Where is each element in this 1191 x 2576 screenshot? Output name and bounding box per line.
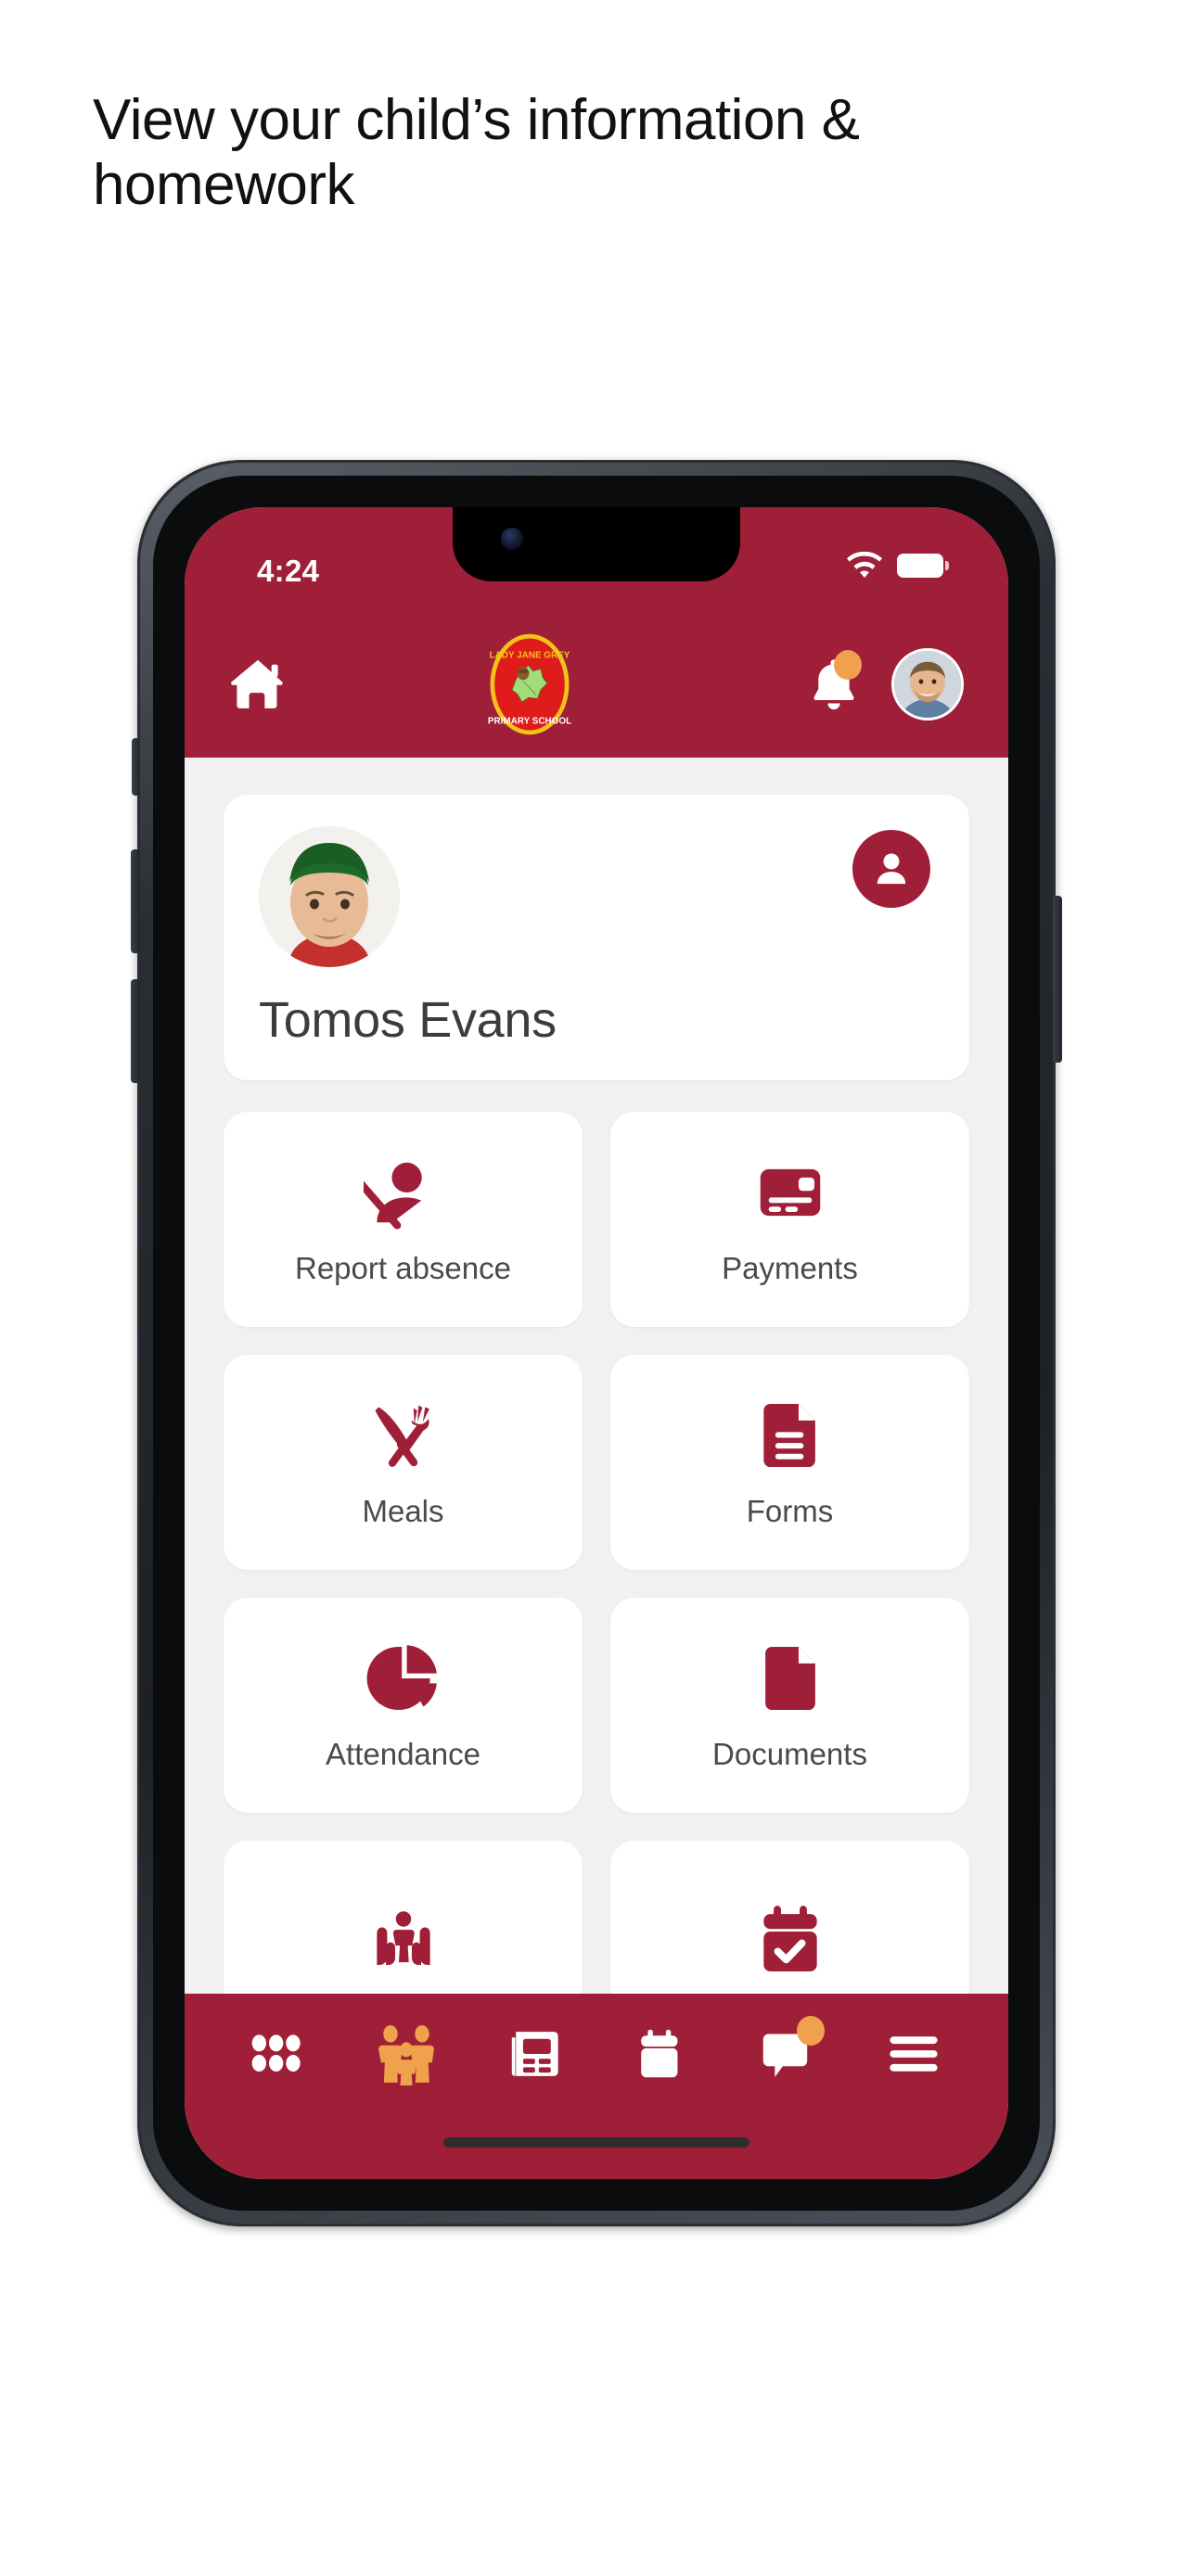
student-name: Tomos Evans: [259, 992, 557, 1048]
shortcut-tile-grid: Report absence Payments Meals Forms Atte…: [224, 1112, 969, 2056]
app-header: LADY JANE GREY PRIMARY SCHOOL: [185, 611, 1008, 758]
home-icon[interactable]: [229, 658, 287, 710]
student-profile-button[interactable]: [852, 830, 930, 908]
power-button[interactable]: [1053, 896, 1062, 1063]
calendar-check-icon: [762, 1906, 817, 1971]
wifi-icon: [847, 552, 882, 578]
newspaper-icon: [511, 2032, 558, 2076]
tile-meals[interactable]: Meals: [224, 1355, 583, 1570]
status-bar: 4:24: [185, 507, 1008, 611]
home-indicator: [443, 2137, 749, 2148]
student-photo: [259, 826, 400, 967]
calendar-icon: [641, 2029, 678, 2078]
tile-documents[interactable]: Documents: [610, 1598, 969, 1813]
nav-news[interactable]: [497, 2021, 570, 2086]
document-icon: [764, 1646, 815, 1711]
nav-calendar[interactable]: [623, 2021, 696, 2086]
volume-down-button[interactable]: [131, 979, 140, 1083]
tile-attendance[interactable]: Attendance: [224, 1598, 583, 1813]
notifications-button[interactable]: [808, 650, 862, 713]
home-content: Tomos Evans Report absence Payments Meal…: [185, 758, 1008, 2074]
cutlery-icon: [375, 1405, 429, 1467]
tile-report-absence[interactable]: Report absence: [224, 1112, 583, 1327]
tile-payments[interactable]: Payments: [610, 1112, 969, 1327]
lady-jane-grey-primary-school-logo[interactable]: LADY JANE GREY PRIMARY SCHOOL: [475, 630, 584, 739]
phone-mockup: 4:24 LADY JANE GREY PRIMARY SCHOOL Tomos…: [131, 460, 1062, 2226]
mute-switch[interactable]: [132, 738, 140, 796]
messages-badge: [796, 2016, 825, 2046]
pie-chart-icon: [366, 1645, 437, 1711]
battery-icon: [897, 554, 949, 578]
student-card[interactable]: Tomos Evans: [224, 795, 969, 1080]
document-lines-icon: [762, 1403, 815, 1468]
tile-label: Payments: [722, 1251, 858, 1285]
hands-child-icon: [376, 1911, 430, 1965]
tile-forms[interactable]: Forms: [610, 1355, 969, 1570]
tile-label: Documents: [712, 1737, 867, 1771]
hamburger-menu-icon: [890, 2036, 938, 2072]
page-title: View your child’s information & homework: [93, 88, 860, 218]
bottom-navigation: [185, 1994, 1008, 2179]
header-actions: [808, 648, 964, 721]
notification-badge: [834, 650, 862, 680]
notch: [453, 507, 740, 581]
parent-avatar[interactable]: [891, 648, 964, 721]
family-icon: [378, 2025, 434, 2085]
student-photo-image: [259, 826, 400, 967]
front-camera-icon: [501, 528, 523, 550]
avatar-image: [894, 651, 961, 718]
tile-label: Attendance: [326, 1737, 480, 1771]
volume-up-button[interactable]: [131, 849, 140, 953]
tile-label: Meals: [362, 1494, 444, 1528]
nav-apps-grid[interactable]: [243, 2021, 315, 2086]
nav-family[interactable]: [370, 2021, 442, 2086]
logo-bottom-text: PRIMARY SCHOOL: [488, 716, 571, 726]
tile-label: Report absence: [295, 1251, 511, 1285]
status-indicators: [847, 552, 949, 580]
tile-label: Forms: [746, 1494, 834, 1528]
phone-screen: 4:24 LADY JANE GREY PRIMARY SCHOOL Tomos…: [185, 507, 1008, 2179]
nav-messages[interactable]: [750, 2016, 825, 2086]
phone-bezel: 4:24 LADY JANE GREY PRIMARY SCHOOL Tomos…: [153, 476, 1040, 2211]
grid-dots-icon: [251, 2034, 301, 2072]
person-icon: [877, 853, 906, 885]
logo-top-text: LADY JANE GREY: [490, 651, 570, 661]
nav-menu[interactable]: [877, 2021, 950, 2086]
status-time: 4:24: [257, 554, 320, 588]
credit-card-icon: [760, 1168, 820, 1217]
person-slash-icon: [363, 1162, 422, 1230]
